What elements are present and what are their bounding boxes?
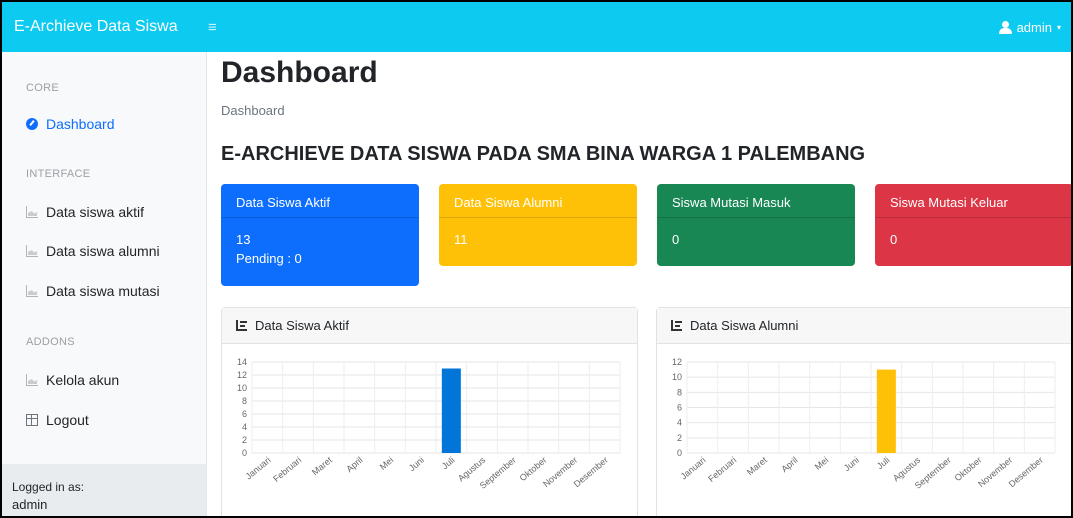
chart-panel-header: Data Siswa Aktif bbox=[222, 308, 637, 344]
x-tick-label: Juni bbox=[407, 455, 426, 473]
sidebar-item-logout[interactable]: Logout bbox=[26, 412, 89, 428]
x-tick-label: Juni bbox=[842, 455, 861, 473]
card-title: Data Siswa Aktif bbox=[221, 184, 419, 218]
y-tick-label: 2 bbox=[242, 435, 247, 445]
x-tick-label: Mei bbox=[378, 455, 396, 472]
sidebar-item-data-siswa-mutasi[interactable]: Data siswa mutasi bbox=[26, 283, 160, 299]
bar-chart-icon bbox=[236, 320, 247, 331]
x-tick-label: Juli bbox=[875, 455, 892, 471]
y-tick-label: 6 bbox=[242, 409, 247, 419]
x-tick-label: Januari bbox=[679, 455, 708, 482]
x-tick-label: Februari bbox=[706, 455, 738, 484]
card-siswa-mutasi-masuk[interactable]: Siswa Mutasi Masuk 0 bbox=[657, 184, 855, 266]
y-tick-label: 4 bbox=[242, 422, 247, 432]
card-data-siswa-aktif[interactable]: Data Siswa Aktif 13 Pending : 0 bbox=[221, 184, 419, 286]
y-tick-label: 10 bbox=[672, 372, 682, 382]
y-tick-label: 8 bbox=[242, 396, 247, 406]
page-title: Dashboard bbox=[221, 56, 378, 89]
y-tick-label: 6 bbox=[677, 403, 682, 413]
y-tick-label: 0 bbox=[242, 448, 247, 458]
sidebar-item-label: Data siswa alumni bbox=[46, 243, 160, 259]
chart-panel-data-siswa-alumni: Data Siswa Alumni 0 2 4 6 8 10 12 Januari Februa… bbox=[656, 307, 1071, 516]
page-headline: E-ARCHIEVE DATA SISWA PADA SMA BINA WARG… bbox=[221, 143, 866, 165]
x-tick-label: April bbox=[779, 455, 799, 474]
card-data-siswa-alumni[interactable]: Data Siswa Alumni 11 bbox=[439, 184, 637, 266]
y-tick-label: 12 bbox=[237, 370, 247, 380]
x-tick-label: April bbox=[344, 455, 364, 474]
card-title: Siswa Mutasi Masuk bbox=[657, 184, 855, 218]
sidebar-heading-addons: ADDONS bbox=[26, 336, 75, 348]
x-tick-label: Maret bbox=[310, 455, 334, 478]
sidebar-item-label: Kelola akun bbox=[46, 372, 120, 388]
brand-title[interactable]: E-Archieve Data Siswa bbox=[2, 18, 202, 36]
menu-icon[interactable]: ≡ bbox=[208, 19, 217, 36]
x-tick-label: Maret bbox=[745, 455, 769, 478]
card-pending: Pending : 0 bbox=[236, 251, 302, 266]
top-navbar: E-Archieve Data Siswa ≡ admin ▾ bbox=[2, 2, 1071, 52]
sidebar-item-data-siswa-aktif[interactable]: Data siswa aktif bbox=[26, 204, 144, 220]
x-tick-label: Januari bbox=[244, 455, 273, 482]
x-tick-label: Februari bbox=[271, 455, 303, 484]
bar-chart-alumni: 0 2 4 6 8 10 12 JanuariFebruari Maret April Mei Jun… bbox=[672, 357, 1056, 491]
sidebar-item-dashboard[interactable]: Dashboard bbox=[26, 116, 115, 132]
sidebar-item-label: Dashboard bbox=[46, 116, 115, 132]
card-title: Siswa Mutasi Keluar bbox=[875, 184, 1071, 218]
chart-panel-header: Data Siswa Alumni bbox=[657, 308, 1071, 344]
area-chart-icon bbox=[26, 285, 38, 297]
card-siswa-mutasi-keluar[interactable]: Siswa Mutasi Keluar 0 bbox=[875, 184, 1071, 266]
bar-juli[interactable] bbox=[876, 369, 896, 453]
table-icon bbox=[26, 414, 38, 426]
x-tick-label: Desember bbox=[572, 455, 610, 489]
sidebar-heading-core: CORE bbox=[26, 82, 59, 94]
user-icon bbox=[998, 20, 1012, 34]
card-value: 13 bbox=[236, 232, 251, 247]
chart-panel-data-siswa-aktif: Data Siswa Aktif 0 2 4 6 8 10 12 14 Januari Febru… bbox=[221, 307, 638, 516]
dashboard-icon bbox=[26, 118, 38, 130]
bar-juli[interactable] bbox=[441, 368, 461, 454]
y-tick-label: 0 bbox=[677, 448, 682, 458]
chart-panel-title: Data Siswa Alumni bbox=[690, 318, 799, 333]
y-tick-label: 12 bbox=[672, 357, 682, 367]
card-title: Data Siswa Alumni bbox=[439, 184, 637, 218]
x-tick-label: Desember bbox=[1007, 455, 1045, 489]
y-tick-label: 8 bbox=[677, 387, 682, 397]
card-value: 11 bbox=[454, 232, 468, 247]
x-tick-label: Mei bbox=[813, 455, 831, 472]
sidebar-item-label: Logout bbox=[46, 412, 89, 428]
sidebar-heading-interface: INTERFACE bbox=[26, 168, 91, 180]
chevron-down-icon: ▾ bbox=[1056, 22, 1061, 32]
bar-chart-aktif: 0 2 4 6 8 10 12 14 JanuariFebruari Maret April Mei J… bbox=[237, 357, 621, 491]
y-tick-label: 14 bbox=[237, 357, 247, 367]
x-tick-label: Juli bbox=[440, 455, 457, 471]
card-value: 0 bbox=[890, 232, 898, 247]
sidebar: CORE Dashboard INTERFACE Data siswa akti… bbox=[2, 52, 207, 516]
user-menu[interactable]: admin ▾ bbox=[998, 2, 1061, 52]
logged-in-caption: Logged in as: bbox=[12, 480, 85, 494]
breadcrumb: Dashboard bbox=[221, 103, 285, 118]
card-value: 0 bbox=[672, 232, 680, 247]
y-tick-label: 4 bbox=[677, 418, 682, 428]
logged-in-user: admin bbox=[12, 497, 48, 512]
chart-panel-title: Data Siswa Aktif bbox=[255, 318, 349, 333]
app-window: E-Archieve Data Siswa ≡ admin ▾ CORE Das… bbox=[0, 0, 1073, 518]
area-chart-icon bbox=[26, 245, 38, 257]
sidebar-footer: Logged in as: admin bbox=[2, 464, 206, 516]
sidebar-item-data-siswa-alumni[interactable]: Data siswa alumni bbox=[26, 243, 160, 259]
area-chart-icon bbox=[26, 206, 38, 218]
sidebar-item-label: Data siswa aktif bbox=[46, 204, 145, 220]
y-tick-label: 2 bbox=[677, 433, 682, 443]
sidebar-item-label: Data siswa mutasi bbox=[46, 283, 160, 299]
user-name: admin bbox=[1016, 19, 1052, 35]
y-tick-label: 10 bbox=[237, 383, 247, 393]
bar-chart-icon bbox=[671, 320, 682, 331]
area-chart-icon bbox=[26, 374, 38, 386]
sidebar-item-kelola-akun[interactable]: Kelola akun bbox=[26, 372, 119, 388]
